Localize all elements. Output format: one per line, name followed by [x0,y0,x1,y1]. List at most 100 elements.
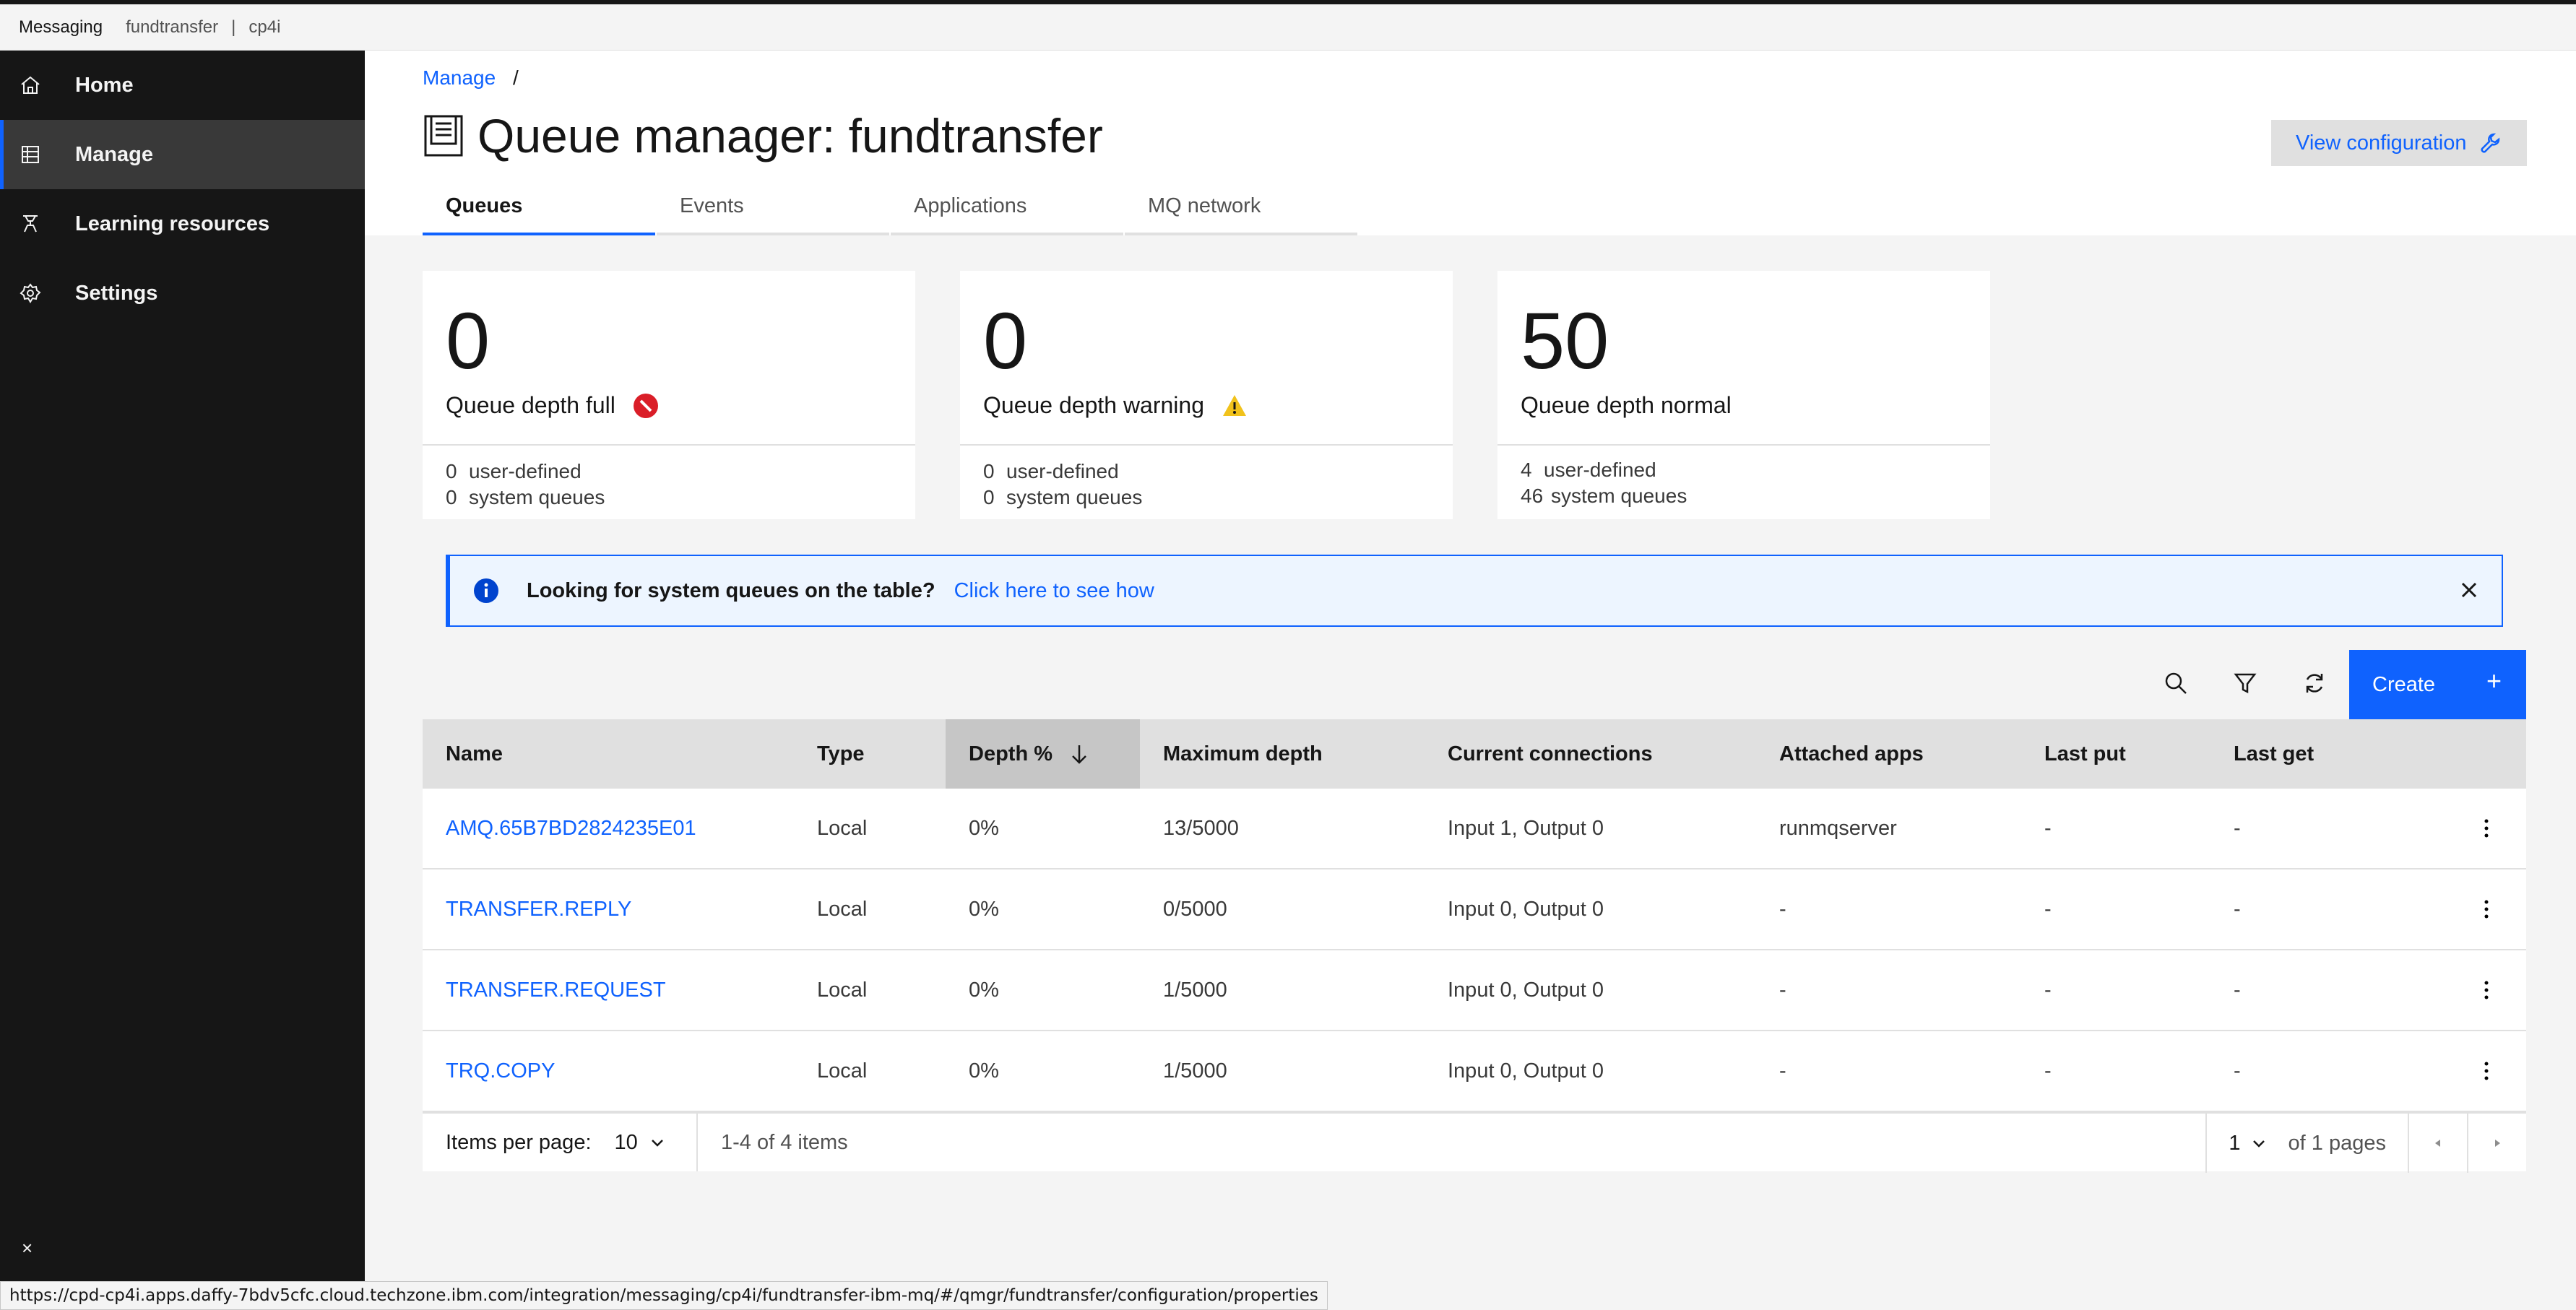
sidebar-item-manage[interactable]: Manage [0,120,365,189]
sidebar-item-settings[interactable]: Settings [0,259,365,328]
refresh-button[interactable] [2280,650,2349,719]
items-per-page-select[interactable]: 10 [615,1131,665,1155]
overflow-menu-button[interactable] [2447,869,2526,949]
create-button[interactable]: Create + [2349,650,2526,719]
pagination-controls: 1 of 1 pages [2205,1114,2526,1173]
view-configuration-label: View configuration [2296,131,2467,155]
grid-icon [19,143,42,166]
overflow-menu-icon [2484,1060,2489,1082]
table-row[interactable]: TRANSFER.REPLY Local 0% 0/5000 Input 0, … [423,869,2526,950]
cell-depth: 0% [969,1059,999,1083]
cell-type: Local [817,816,868,840]
overflow-menu-button[interactable] [2447,789,2526,868]
create-label: Create [2372,672,2436,696]
breadcrumb-separator: / [512,66,519,89]
queue-manager-icon [423,113,464,158]
cell-depth: 0% [969,897,999,921]
table-header: Name Type Depth % Maximum depth Current … [423,719,2526,789]
cell-depth: 0% [969,816,999,840]
cell-last-get: - [2234,897,2241,921]
card-label: Queue depth normal [1521,392,1732,419]
search-button[interactable] [2141,650,2210,719]
cell-depth: 0% [969,978,999,1002]
cell-max-depth: 0/5000 [1163,897,1227,921]
card-value: 0 [983,297,1028,386]
cell-type: Local [817,978,868,1002]
col-header-last-put[interactable]: Last put [2021,719,2210,789]
tab-mq-network[interactable]: MQ network [1125,179,1357,235]
sidebar-item-home[interactable]: Home [0,51,365,120]
col-header-maximum-depth[interactable]: Maximum depth [1140,719,1425,789]
next-page-button[interactable] [2467,1114,2526,1173]
cell-attached-apps: - [1779,978,1786,1002]
cell-last-get: - [2234,978,2241,1002]
col-header-depth-label: Depth % [969,742,1053,765]
card-system-queues: 46 system queues [1521,485,1687,507]
table-toolbar: Create + [423,650,2526,719]
tab-queues[interactable]: Queues [423,179,655,235]
view-configuration-button[interactable]: View configuration [2271,120,2527,166]
home-icon [19,74,42,97]
sidebar-item-label: Home [75,73,134,97]
table-row[interactable]: AMQ.65B7BD2824235E01 Local 0% 13/5000 In… [423,789,2526,869]
pagination: Items per page: 10 1-4 of 4 items 1 of 1… [423,1112,2526,1173]
app-brand[interactable]: Messaging [19,17,103,38]
cell-last-put: - [2044,897,2052,921]
tab-list: Queues Events Applications MQ network [423,179,1359,235]
close-icon[interactable]: × [22,1237,33,1259]
overflow-menu-icon [2484,898,2489,920]
notification-title: Looking for system queues on the table? [527,578,935,602]
col-header-depth[interactable]: Depth % [946,719,1140,789]
cell-connections: Input 0, Output 0 [1448,978,1604,1002]
col-header-type[interactable]: Type [794,719,946,789]
card-label-text: Queue depth warning [983,392,1204,418]
wrench-icon [2479,132,2501,154]
table-row[interactable]: TRQ.COPY Local 0% 1/5000 Input 0, Output… [423,1031,2526,1112]
sidebar-item-label: Settings [75,281,158,305]
page-count: of 1 pages [2288,1131,2386,1155]
queue-depth-normal-card: 50 Queue depth normal 4 user-defined 46 sy… [1497,271,1990,519]
queue-name-link[interactable]: AMQ.65B7BD2824235E01 [423,789,794,868]
close-icon[interactable] [2458,579,2480,601]
sidebar-item-label: Learning resources [75,212,270,235]
learning-icon [19,212,42,235]
col-header-current-connections[interactable]: Current connections [1425,719,1756,789]
col-header-attached-apps[interactable]: Attached apps [1756,719,2021,789]
table-row[interactable]: TRANSFER.REQUEST Local 0% 1/5000 Input 0… [423,950,2526,1031]
col-header-name[interactable]: Name [423,719,794,789]
items-per-page-label: Items per page: [446,1130,592,1154]
cell-connections: Input 0, Output 0 [1448,1059,1604,1083]
previous-page-button[interactable] [2408,1114,2467,1173]
cell-attached-apps: - [1779,1059,1786,1083]
tab-events[interactable]: Events [657,179,889,235]
page-select[interactable]: 1 [2205,1114,2288,1173]
cell-max-depth: 13/5000 [1163,816,1239,840]
sidebar: Home Manage Learning resources Settings … [0,51,365,1310]
cell-connections: Input 1, Output 0 [1448,816,1604,840]
cell-last-get: - [2234,816,2241,840]
caret-right-icon [2495,1140,2500,1147]
overflow-menu-button[interactable] [2447,950,2526,1030]
queue-name-link[interactable]: TRANSFER.REPLY [423,869,794,949]
sidebar-item-label: Manage [75,142,153,166]
overflow-menu-button[interactable] [2447,1031,2526,1111]
breadcrumb-manage-link[interactable]: Manage [423,66,496,89]
notification-link[interactable]: Click here to see how [954,579,1154,603]
page-title-text: Queue manager: fundtransfer [477,109,1103,162]
header-crumb-qmgr: fundtransfer [126,17,219,37]
info-icon [473,578,499,604]
tab-applications[interactable]: Applications [891,179,1123,235]
queue-name-link[interactable]: TRANSFER.REQUEST [423,950,794,1030]
cell-max-depth: 1/5000 [1163,978,1227,1002]
search-icon [2164,671,2188,699]
card-label-text: Queue depth normal [1521,392,1732,418]
page-header: Manage / Queue manager: fundtransfer Vie… [365,51,2576,235]
col-header-last-get[interactable]: Last get [2210,719,2447,789]
card-system-queues: 0 system queues [983,486,1143,508]
queue-name-link[interactable]: TRQ.COPY [423,1031,794,1111]
card-value: 0 [446,297,490,386]
sidebar-item-learning-resources[interactable]: Learning resources [0,189,365,259]
status-url: https://cpd-cp4i.apps.daffy-7bdv5cfc.clo… [0,1281,1328,1310]
chevron-down-icon [2252,1140,2265,1148]
filter-button[interactable] [2210,650,2280,719]
